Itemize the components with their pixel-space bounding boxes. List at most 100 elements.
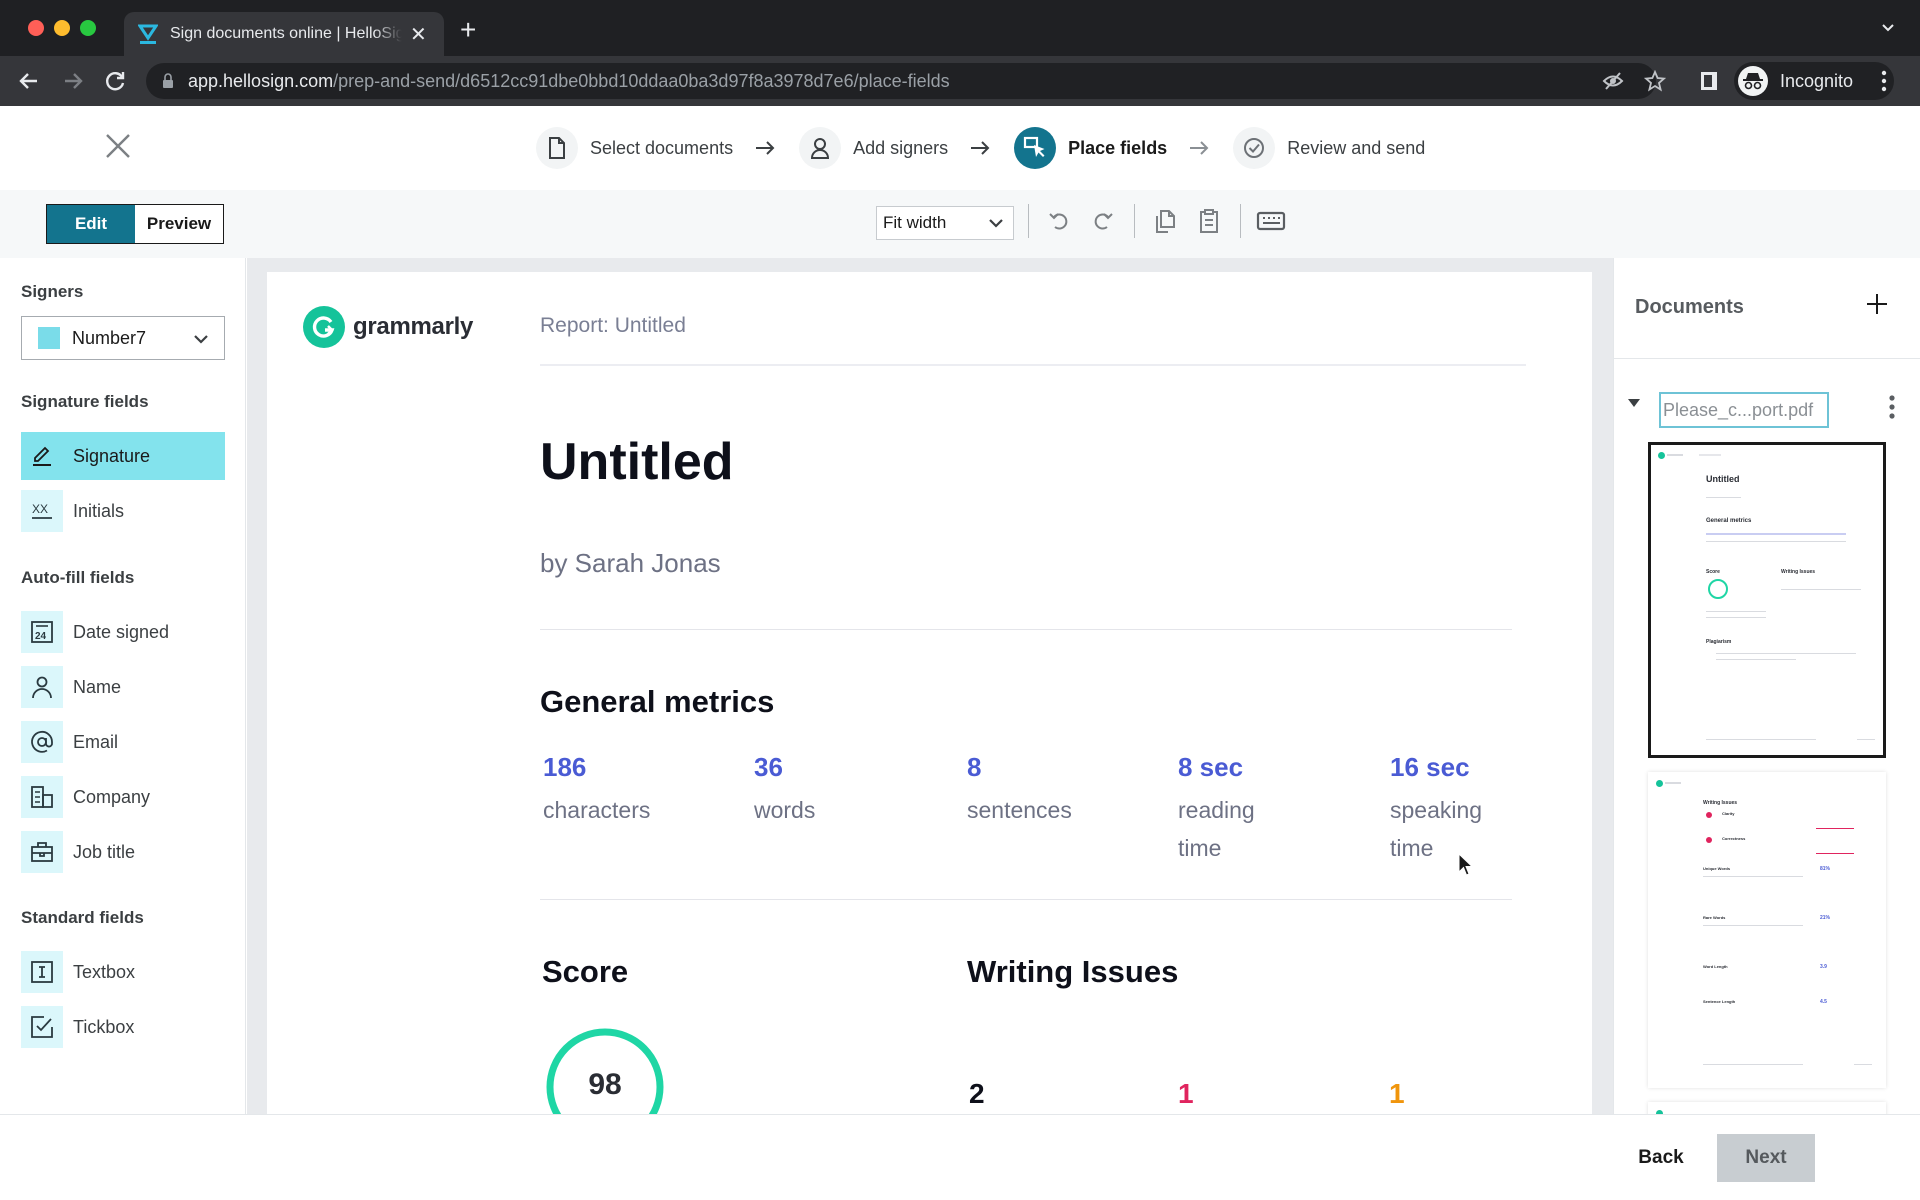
keyboard-shortcuts-icon[interactable] <box>1256 208 1286 234</box>
report-label: Report: Untitled <box>540 314 686 337</box>
thumb-issues-heading: Writing Issues <box>1703 800 1738 806</box>
app-header: Select documents Add signers Place field… <box>0 106 1920 190</box>
bookmark-star-icon[interactable] <box>1644 70 1666 92</box>
thumb-rare-words-value: 21% <box>1820 915 1831 921</box>
next-button[interactable]: Next <box>1717 1134 1815 1182</box>
signer-name: Number7 <box>72 327 147 348</box>
signer-select[interactable]: Number7 <box>21 316 225 360</box>
browser-tab[interactable]: Sign documents online | HelloSign ✕ <box>124 12 444 56</box>
field-name[interactable]: Name <box>21 663 225 711</box>
editor-toolbar: Edit Preview Fit width <box>0 190 1920 258</box>
thumb-issue-bar <box>1816 828 1854 829</box>
incognito-profile-button[interactable]: Incognito <box>1734 62 1894 100</box>
back-button[interactable]: Back <box>1624 1135 1698 1181</box>
add-document-icon[interactable] <box>1865 292 1889 316</box>
tab-close-icon[interactable]: ✕ <box>410 22 427 47</box>
divider <box>540 364 1526 366</box>
undo-icon[interactable] <box>1046 208 1072 234</box>
field-tickbox[interactable]: Tickbox <box>21 1003 225 1051</box>
standard-fields-heading: Standard fields <box>21 908 144 927</box>
url-host: app.hellosign.com <box>188 70 334 91</box>
metric-value: 36 <box>754 752 783 782</box>
at-icon <box>21 721 63 763</box>
building-icon <box>21 776 63 818</box>
metric-unit: reading time <box>1178 797 1255 861</box>
chevron-down-icon <box>989 219 1003 228</box>
svg-text:24: 24 <box>35 631 47 642</box>
metric-unit: words <box>754 797 816 823</box>
window-close-button[interactable] <box>28 20 44 36</box>
page-thumbnail-3[interactable] <box>1648 1102 1886 1114</box>
address-bar[interactable]: app.hellosign.com/prep-and-send/d6512cc9… <box>146 63 1656 99</box>
field-initials[interactable]: XX Initials <box>21 487 225 535</box>
metric-unit: sentences <box>967 797 1072 823</box>
svg-text:XX: XX <box>32 502 48 516</box>
field-email[interactable]: Email <box>21 718 225 766</box>
document-name-input[interactable]: Please_c...port.pdf <box>1659 392 1829 428</box>
pen-icon <box>21 435 63 477</box>
page-thumbnail-1[interactable]: Untitled General metrics Score Writing I… <box>1648 442 1886 758</box>
thumb-text-line <box>1703 1064 1803 1065</box>
tab-search-chevron-icon[interactable] <box>1878 18 1898 38</box>
thumb-text-line <box>1703 925 1803 926</box>
tab-title: Sign documents online | HelloSign <box>170 25 402 42</box>
step-review-and-send[interactable]: Review and send <box>1233 127 1425 169</box>
grammarly-g-icon <box>303 306 345 348</box>
new-tab-button[interactable]: + <box>460 14 476 46</box>
metric-reading-time: 8 sec reading time <box>1178 752 1288 867</box>
preview-mode-button[interactable]: Preview <box>135 205 223 243</box>
eye-off-icon[interactable] <box>1602 70 1624 92</box>
document-page[interactable]: grammarly Report: Untitled Untitled by S… <box>267 272 1592 1114</box>
thumb-score-heading: Score <box>1706 569 1720 575</box>
reload-icon[interactable] <box>102 68 128 94</box>
field-job-title[interactable]: Job title <box>21 828 225 876</box>
page-thumbnail-2[interactable]: Writing Issues Clarity Correctness Uniqu… <box>1648 772 1886 1088</box>
field-textbox[interactable]: Textbox <box>21 948 225 996</box>
document-more-icon[interactable] <box>1888 394 1896 422</box>
document-canvas[interactable]: grammarly Report: Untitled Untitled by S… <box>247 258 1613 1114</box>
window-minimize-button[interactable] <box>54 20 70 36</box>
edit-mode-button[interactable]: Edit <box>47 205 135 243</box>
thumb-text-line <box>1706 739 1816 740</box>
thumb-unique-words-value: 81% <box>1820 866 1831 872</box>
fields-sidebar: Signers Number7 Signature fields Signatu… <box>0 258 246 1114</box>
zoom-select[interactable]: Fit width <box>876 206 1014 240</box>
calendar-icon: 24 <box>21 611 63 653</box>
thumb-sentence-length-value: 4.5 <box>1820 999 1827 1005</box>
score-heading: Score <box>542 954 629 989</box>
side-panel-icon[interactable] <box>1698 70 1720 92</box>
step-select-documents[interactable]: Select documents <box>536 127 733 169</box>
step-place-fields[interactable]: Place fields <box>1014 127 1167 169</box>
documents-panel: Documents Please_c...port.pdf Untitled G… <box>1613 258 1920 1114</box>
metric-characters: 186 characters <box>543 752 703 829</box>
thumb-issues-heading: Writing Issues <box>1781 569 1816 575</box>
step-label: Add signers <box>853 137 949 158</box>
step-add-signers[interactable]: Add signers <box>799 127 948 169</box>
back-arrow-icon[interactable] <box>16 68 42 94</box>
url-path: /prep-and-send/d6512cc91dbe0bbd10ddaa0ba… <box>333 70 950 91</box>
metric-value: 8 sec <box>1178 752 1244 782</box>
thumb-rare-words-label: Rare Words <box>1703 915 1726 920</box>
field-signature[interactable]: Signature <box>21 432 225 480</box>
thumb-text-line <box>1781 589 1861 590</box>
forward-arrow-icon[interactable] <box>60 68 86 94</box>
window-maximize-button[interactable] <box>80 20 96 36</box>
grammarly-g-icon <box>1656 780 1663 787</box>
close-icon[interactable] <box>104 132 132 160</box>
field-label: Tickbox <box>73 1016 135 1037</box>
thumb-text-line <box>1706 617 1766 618</box>
field-company[interactable]: Company <box>21 773 225 821</box>
metric-unit: speaking time <box>1390 797 1483 861</box>
mouse-pointer-icon <box>1458 853 1474 876</box>
collapse-caret-icon[interactable] <box>1627 398 1641 408</box>
grammarly-logo: grammarly <box>303 306 473 348</box>
field-date-signed[interactable]: 24 Date signed <box>21 608 225 656</box>
copy-icon[interactable] <box>1152 208 1178 234</box>
general-metrics-heading: General metrics <box>540 684 775 719</box>
thumb-correctness-label: Correctness <box>1722 836 1746 841</box>
paste-icon[interactable] <box>1196 208 1222 234</box>
grammarly-g-icon <box>1658 452 1665 459</box>
browser-menu-icon[interactable] <box>1880 70 1888 92</box>
metric-value: 186 <box>543 752 587 782</box>
redo-icon[interactable] <box>1090 208 1116 234</box>
